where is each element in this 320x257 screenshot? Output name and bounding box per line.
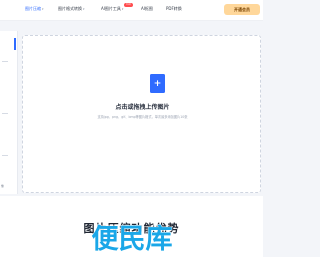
sidebar-divider — [2, 61, 8, 62]
features-section: 图片压缩功能优势 便民库 — [0, 196, 263, 257]
plus-icon: + — [153, 79, 162, 89]
nav-format-convert[interactable]: 图片格式转换▾ — [58, 6, 85, 12]
sidebar-item-label[interactable]: 像 — [1, 184, 4, 188]
upload-dropzone[interactable]: + 点击或拖拽上传图片 支持jpg、png、gif、bmp等图片格式，单次最多添… — [22, 35, 261, 193]
chevron-down-icon: ▾ — [121, 7, 124, 11]
nav-pdf-convert-label: PDF转换 — [166, 6, 182, 11]
nav-image-compress[interactable]: 图片压缩▾ — [25, 6, 44, 12]
sidebar-divider — [2, 155, 8, 156]
sidebar-divider — [2, 113, 8, 114]
nav-ai-cutout-label: AI抠图 — [141, 6, 153, 11]
upload-hint: 支持jpg、png、gif、bmp等图片格式，单次最多添加图片10张 — [97, 115, 188, 119]
hot-badge: hot — [124, 3, 133, 7]
upload-title: 点击或拖拽上传图片 — [115, 104, 170, 111]
vip-button[interactable]: 开通会员 — [224, 4, 260, 15]
nav-ai-image-tools[interactable]: AI图片工具▾ — [101, 6, 123, 12]
nav-ai-image-tools-label: AI图片工具 — [101, 6, 121, 11]
chevron-down-icon: ▾ — [42, 7, 44, 11]
nav-format-convert-label: 图片格式转换 — [58, 6, 82, 11]
file-add-icon[interactable]: + — [150, 74, 165, 93]
top-navigation-bar: 图片压缩▾ 图片格式转换▾ AI图片工具▾ hot AI抠图 PDF转换 开通会… — [0, 0, 263, 21]
chevron-down-icon: ▾ — [83, 7, 85, 11]
watermark-logo: 便民库 — [91, 224, 173, 255]
sidebar-active-indicator — [14, 38, 16, 50]
nav-image-compress-label: 图片压缩 — [25, 6, 41, 11]
watermark-text: 便民库 — [92, 224, 173, 254]
nav-ai-cutout[interactable]: AI抠图 — [141, 6, 153, 12]
nav-pdf-convert[interactable]: PDF转换 — [166, 6, 182, 12]
tool-sidebar: 像 — [0, 31, 18, 194]
